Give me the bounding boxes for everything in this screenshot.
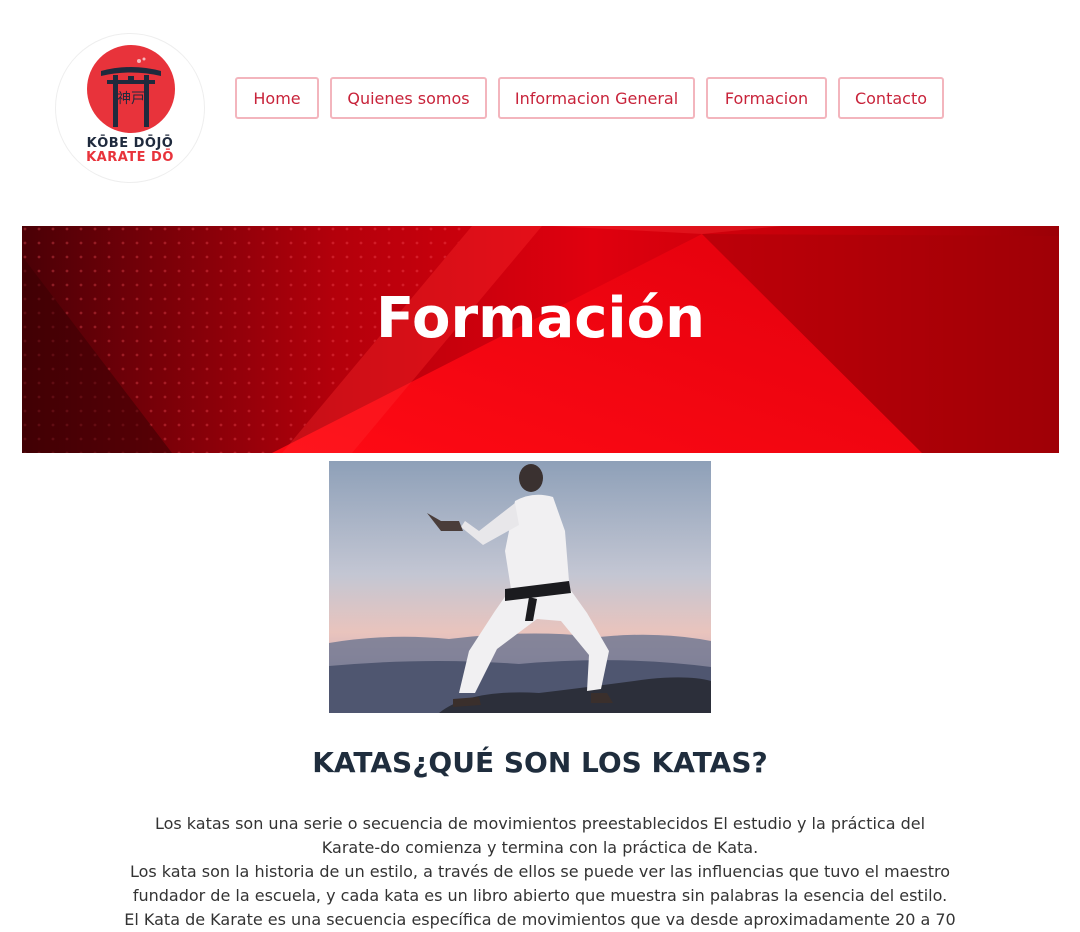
nav-contacto[interactable]: Contacto [838, 77, 944, 119]
logo-emblem: 神戸 [87, 45, 175, 133]
article-body: Los katas son una serie o secuencia de m… [90, 812, 990, 932]
nav-informacion-general[interactable]: Informacion General [498, 77, 695, 119]
karate-practitioner-image [329, 461, 711, 713]
hero-banner: Formación [22, 226, 1059, 453]
section-heading: KATAS¿QUÉ SON LOS KATAS? [312, 746, 768, 779]
article-line: El Kata de Karate es una secuencia espec… [124, 910, 956, 929]
article-line: Los katas son una serie o secuencia de m… [154, 814, 926, 833]
page-title: Formación [376, 286, 705, 351]
logo-text-karate: KARATE DŌ [86, 150, 174, 165]
site-logo[interactable]: 神戸 KŌBE DŌJŌ KARATE DŌ [55, 33, 205, 183]
article-line: Los kata son la historia de un estilo, a… [129, 862, 951, 881]
article-line: Karate-do comienza y termina con la prác… [321, 838, 759, 857]
logo-kanji: 神戸 [117, 91, 145, 107]
torii-gate-icon [101, 57, 161, 127]
article-line: fundador de la escuela, y cada kata es u… [132, 886, 948, 905]
nav-quienes-somos[interactable]: Quienes somos [330, 77, 487, 119]
logo-text-dojo: KŌBE DŌJŌ [86, 136, 174, 151]
nav-formacion[interactable]: Formacion [706, 77, 827, 119]
nav-home[interactable]: Home [235, 77, 319, 119]
